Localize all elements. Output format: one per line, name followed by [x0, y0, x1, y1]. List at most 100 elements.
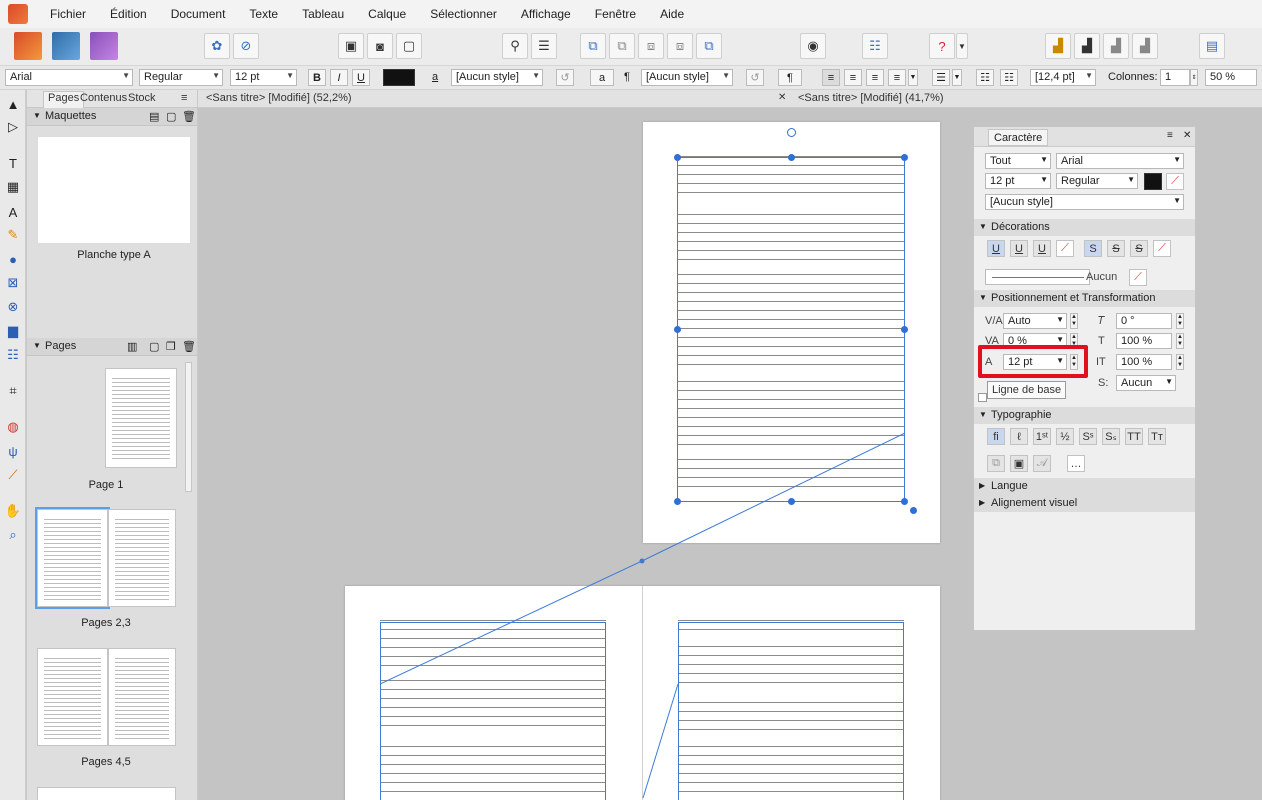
superscript-icon[interactable]: Sˢ [1079, 428, 1097, 445]
add-master-icon[interactable]: ▢ [166, 110, 176, 123]
duplicate-page-icon[interactable]: ❐ [166, 340, 176, 353]
add-layer-icon[interactable]: ⧉ [580, 33, 606, 59]
arrange-front-icon[interactable]: ▟ [1045, 33, 1071, 59]
numbered-list-icon[interactable]: ☷ [1000, 69, 1018, 86]
picture-frame-tool-icon[interactable]: ⊠ [4, 274, 22, 292]
apply-para-style-icon[interactable]: ¶ [778, 69, 802, 86]
pin-icon[interactable]: ⚲ [502, 33, 528, 59]
stylistic-sets-icon[interactable]: ⧉ [987, 455, 1005, 472]
menu-affichage[interactable]: Affichage [509, 0, 583, 28]
columns-stepper[interactable]: ⇕ [1190, 69, 1198, 86]
small-caps-icon[interactable]: TT [1125, 428, 1143, 445]
arrange-forward-icon[interactable]: ▟ [1074, 33, 1100, 59]
color-picker-icon[interactable]: ◍ [4, 418, 22, 436]
page-6-thumbnail[interactable] [37, 787, 176, 800]
text-wrap-icon[interactable]: ☰ [531, 33, 557, 59]
page-1-thumbnail[interactable] [105, 368, 177, 468]
character-style-select[interactable]: [Aucun style] ▼ [451, 69, 543, 86]
fill-tool-icon[interactable]: ψ [4, 442, 22, 460]
shear-stepper[interactable]: ▲ ▼ [1176, 313, 1184, 329]
shape-tool-icon[interactable]: ● [4, 250, 22, 268]
zoom-tool-icon[interactable]: ⌕ [4, 526, 22, 544]
space-before-icon[interactable]: ☰ [932, 69, 950, 86]
add-page-icon[interactable]: ▢ [149, 340, 159, 353]
menu-edition[interactable]: Édition [98, 0, 159, 28]
all-caps-icon[interactable]: Tт [1148, 428, 1166, 445]
tab-stock[interactable]: Stock [128, 92, 156, 104]
underline-single-icon[interactable]: U [987, 240, 1005, 257]
align-left-icon[interactable]: ≡ [822, 69, 840, 86]
tab-pages[interactable]: Pages [43, 91, 85, 108]
group-icon[interactable]: ⧈ [638, 33, 664, 59]
page-3-thumbnail[interactable] [108, 509, 176, 607]
hand-tool-icon[interactable]: ✋ [4, 502, 22, 520]
tab-character[interactable]: Caractère [988, 129, 1049, 146]
paragraph-style-select[interactable]: [Aucun style] ▼ [641, 69, 733, 86]
font-size-select[interactable]: 12 pt ▼ [230, 69, 297, 86]
hide-icon[interactable]: ◉ [800, 33, 826, 59]
publisher-persona-icon[interactable] [14, 32, 42, 60]
decoration-color-none-icon[interactable]: ⟋ [1129, 269, 1147, 286]
kerning-select[interactable]: Auto ▼ [1003, 313, 1067, 329]
horizontal-scale-input[interactable]: 100 % [1116, 354, 1172, 370]
page-5-thumbnail[interactable] [108, 648, 176, 746]
language-section-header[interactable]: ▶ Langue [974, 478, 1195, 495]
vertical-scale-input[interactable]: 100 % [1116, 333, 1172, 349]
underline-button[interactable]: U [352, 69, 370, 86]
menu-selectionner[interactable]: Sélectionner [418, 0, 509, 28]
justify-dropdown-icon[interactable]: ▼ [908, 69, 918, 86]
view-mode-normal-icon[interactable]: ▣ [338, 33, 364, 59]
menu-texte[interactable]: Texte [237, 0, 290, 28]
decoration-line-preview[interactable] [985, 269, 1090, 285]
eyedropper-tool-icon[interactable]: ⟋ [4, 466, 22, 484]
node-tool-icon[interactable]: ▷ [4, 118, 22, 136]
italic-button[interactable]: I [330, 69, 348, 86]
discretionary-ligatures-icon[interactable]: ℓ [1010, 428, 1028, 445]
bullet-list-icon[interactable]: ☷ [976, 69, 994, 86]
page-options-icon[interactable]: ▥ [127, 340, 137, 353]
strikethrough-none-icon[interactable]: ⟋ [1153, 240, 1171, 257]
fractions-icon[interactable]: ½ [1056, 428, 1074, 445]
vertical-scale-stepper[interactable]: ▲ ▼ [1176, 333, 1184, 349]
designer-persona-icon[interactable] [52, 32, 80, 60]
swash-icon[interactable]: ▣ [1010, 455, 1028, 472]
close-icon[interactable]: ✕ [1183, 130, 1191, 141]
clear-char-style-icon[interactable]: ↺ [556, 69, 574, 86]
cp-no-fill-icon[interactable]: ⟋ [1166, 173, 1184, 190]
panel-menu-icon[interactable]: ≡ [1167, 130, 1173, 141]
tab-contents[interactable]: Contenus [80, 92, 127, 104]
table-of-contents-tool-icon[interactable]: ☷ [4, 346, 22, 364]
no-break-checkbox[interactable] [978, 393, 987, 402]
menu-document[interactable]: Document [159, 0, 238, 28]
cp-size-select[interactable]: 12 pt ▼ [985, 173, 1051, 189]
cp-style-select[interactable]: Regular ▼ [1056, 173, 1138, 189]
artistic-text-tool-icon[interactable]: A [4, 203, 22, 221]
font-style-select[interactable]: Regular ▼ [139, 69, 223, 86]
view-mode-preview-icon[interactable]: ▢ [396, 33, 422, 59]
menu-tableau[interactable]: Tableau [290, 0, 356, 28]
arrange-back-icon[interactable]: ▟ [1132, 33, 1158, 59]
strikethrough-double-icon[interactable]: S [1107, 240, 1125, 257]
visual-alignment-section-header[interactable]: ▶ Alignement visuel [974, 495, 1195, 512]
align-center-icon[interactable]: ≡ [844, 69, 862, 86]
master-options-icon[interactable]: ▤ [149, 110, 159, 123]
position-section-header[interactable]: ▼ Positionnement et Transformation [974, 290, 1195, 307]
pages-section-header[interactable]: ▼ Pages ▥ ▢ ❐ 🗑 [27, 338, 197, 356]
page-4-thumbnail[interactable] [37, 648, 108, 746]
document-tab-2[interactable]: <Sans titre> [Modifié] (41,7%) [798, 92, 944, 104]
script-select[interactable]: Aucun ▼ [1116, 375, 1176, 391]
cp-color-swatch[interactable] [1144, 173, 1162, 190]
underline-double-icon[interactable]: U [1010, 240, 1028, 257]
baseline-grid-icon[interactable]: ☷ [862, 33, 888, 59]
arrange-backward-icon[interactable]: ▟ [1103, 33, 1129, 59]
text-color-swatch[interactable] [383, 69, 415, 86]
leading-select[interactable]: [12,4 pt] ▼ [1030, 69, 1096, 86]
view-mode-bleed-icon[interactable]: ◙ [367, 33, 393, 59]
preflight-icon[interactable]: ✿ [204, 33, 230, 59]
masters-section-header[interactable]: ▼ Maquettes ▤ ▢ 🗑 [27, 108, 197, 126]
spacing-dropdown-icon[interactable]: ▼ [952, 69, 962, 86]
gutter-input[interactable]: 50 % [1205, 69, 1257, 86]
align-right-icon[interactable]: ≡ [866, 69, 884, 86]
page-2-thumbnail[interactable] [35, 507, 110, 609]
move-tool-icon[interactable]: ▲ [4, 95, 22, 113]
